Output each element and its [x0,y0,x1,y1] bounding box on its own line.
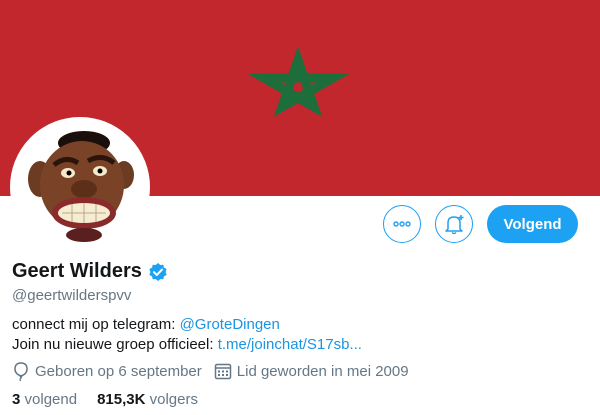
verified-badge-icon [149,262,167,281]
followers-label: volgers [149,391,198,408]
followers-count: 815,3K [97,391,146,408]
following-button[interactable]: Volgend [487,205,578,243]
bio-line-2-text: Join nu nieuwe groep officieel: [12,336,218,353]
avatar-image [14,121,146,253]
bell-plus-icon [445,215,464,235]
bio-line-2: Join nu nieuwe groep officieel: t.me/joi… [12,335,362,355]
more-dots-icon [393,221,411,227]
profile-avatar[interactable] [10,117,150,257]
notifications-button[interactable] [435,205,473,243]
followers-stat[interactable]: 815,3K volgers [97,391,198,408]
following-stat[interactable]: 3 volgend [12,391,77,408]
telegram-handle-link[interactable]: @GroteDingen [180,316,280,333]
telegram-group-link[interactable]: t.me/joinchat/S17sb... [218,336,362,353]
joined-item: Lid geworden in mei 2009 [214,362,409,380]
display-name: Geert Wilders [12,260,142,282]
profile-actions: Volgend [383,205,578,243]
profile-handle: @geertwilderspvv [12,287,132,304]
birthday-text: Geboren op 6 september [35,362,202,380]
following-count: 3 [12,391,21,408]
birthday-item: Geboren op 6 september [12,361,202,381]
name-row: Geert Wilders [12,260,168,283]
following-label: volgend [24,391,78,408]
balloon-icon [14,362,28,381]
profile-meta: Geboren op 6 september Lid geworden in m… [12,361,409,381]
calendar-icon [214,363,232,380]
profile-bio: connect mij op telegram: @GroteDingen Jo… [12,315,362,355]
profile-stats: 3 volgend 815,3K volgers [12,391,198,408]
bio-line-1: connect mij op telegram: @GroteDingen [12,315,362,335]
bio-line-1-text: connect mij op telegram: [12,316,180,333]
joined-text: Lid geworden in mei 2009 [236,362,409,380]
more-button[interactable] [383,205,421,243]
